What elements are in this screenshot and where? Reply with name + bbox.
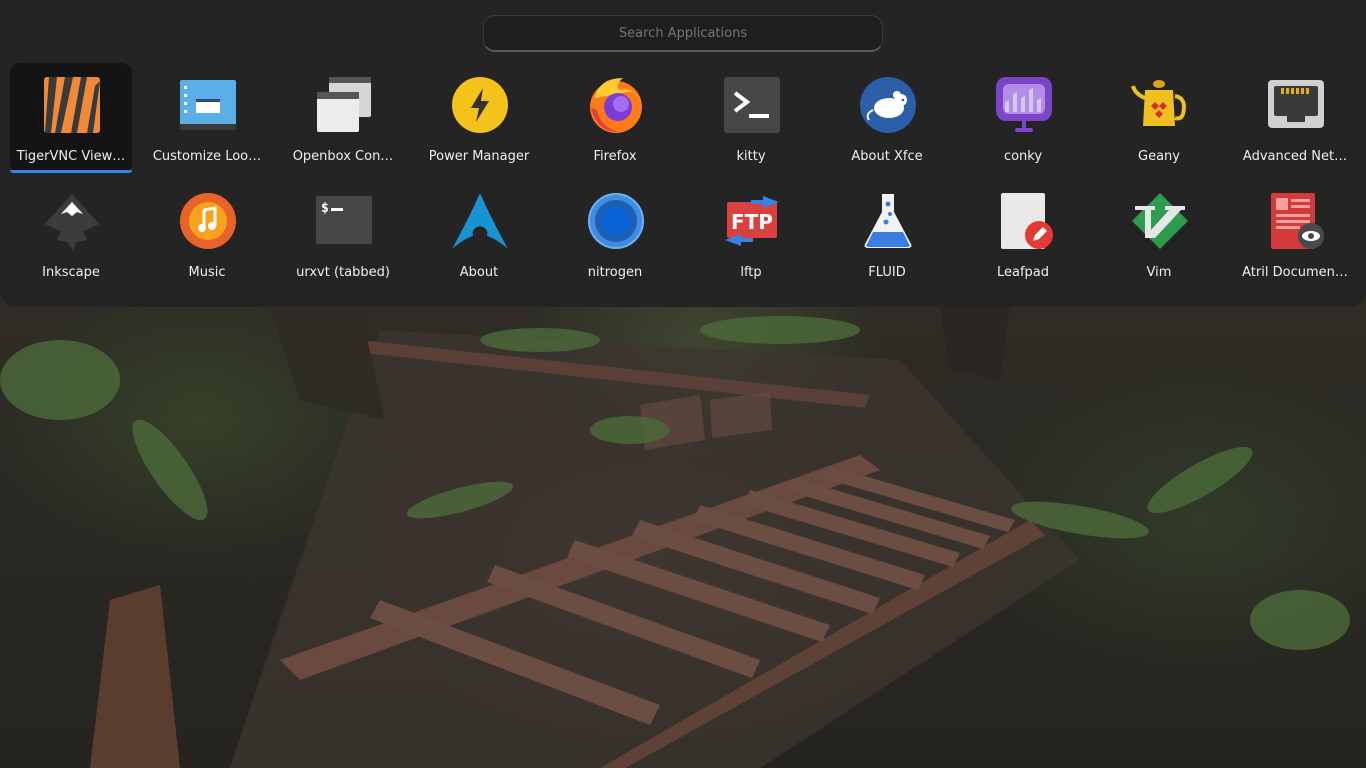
app-label: Vim [1146,265,1172,280]
app-label: lftp [740,265,762,280]
tigervnc-icon [43,76,101,134]
app-tile-leafpad[interactable]: Leafpad [962,179,1084,289]
app-tile-kitty[interactable]: kitty [690,63,812,173]
app-tile-conky[interactable]: conky [962,63,1084,173]
app-tile-about-xfce[interactable]: About Xfce [826,63,948,173]
app-tile-vim[interactable]: Vim [1098,179,1220,289]
urxvt-terminal-icon: $ [315,192,373,250]
inkscape-icon [43,192,101,250]
music-note-icon [179,192,237,250]
app-tile-advanced-network[interactable]: Advanced Net… [1234,63,1356,173]
app-tile-firefox[interactable]: Firefox [554,63,676,173]
ftp-icon: FTP [723,192,781,250]
conky-icon [995,76,1053,134]
power-manager-icon [451,76,509,134]
app-label: Music [188,265,226,280]
kitty-terminal-icon [723,76,781,134]
app-tile-power-manager[interactable]: Power Manager [418,63,540,173]
appearance-icon [179,76,237,134]
app-label: Inkscape [42,265,100,280]
app-tile-atril[interactable]: Atril Documen… [1234,179,1356,289]
document-viewer-icon [1267,192,1325,250]
app-tile-inkscape[interactable]: Inkscape [10,179,132,289]
geany-teapot-icon [1131,76,1189,134]
app-tile-nitrogen[interactable]: nitrogen [554,179,676,289]
app-tile-music[interactable]: Music [146,179,268,289]
flask-icon [859,192,917,250]
network-ethernet-icon [1267,76,1325,134]
firefox-icon [587,76,645,134]
arch-logo-icon [451,192,509,250]
app-tile-tigervnc[interactable]: TigerVNC View… [10,63,132,173]
app-tile-about[interactable]: About [418,179,540,289]
app-tile-urxvt[interactable]: $ urxvt (tabbed) [282,179,404,289]
app-tile-openbox-config[interactable]: Openbox Con… [282,63,404,173]
nitrogen-icon [587,192,645,250]
search-input[interactable] [483,15,883,52]
app-label: TigerVNC View… [16,149,126,164]
xfce-mouse-icon [859,76,917,134]
svg-text:FTP: FTP [731,210,773,234]
app-label: Leafpad [996,265,1050,280]
app-label: Openbox Con… [292,149,394,164]
app-label: conky [1003,149,1043,164]
text-editor-icon [995,192,1053,250]
app-label: Advanced Net… [1242,149,1348,164]
app-label: Power Manager [428,149,530,164]
app-tile-geany[interactable]: Geany [1098,63,1220,173]
app-label: Firefox [593,149,637,164]
app-label: urxvt (tabbed) [296,265,390,280]
app-tile-fluid[interactable]: FLUID [826,179,948,289]
app-label: nitrogen [587,265,643,280]
app-label: Atril Documen… [1242,265,1348,280]
app-label: About Xfce [851,149,923,164]
openbox-config-icon [315,76,373,134]
app-label: kitty [736,149,766,164]
vim-icon [1131,192,1189,250]
application-launcher: TigerVNC View… Customize Loo… [0,0,1366,307]
app-tile-lftp[interactable]: FTP lftp [690,179,812,289]
app-label: Geany [1138,149,1180,164]
app-label: About [459,265,499,280]
app-label: Customize Loo… [152,149,262,164]
svg-text:$: $ [321,201,329,216]
app-label: FLUID [868,265,906,280]
app-tile-customize-look[interactable]: Customize Loo… [146,63,268,173]
